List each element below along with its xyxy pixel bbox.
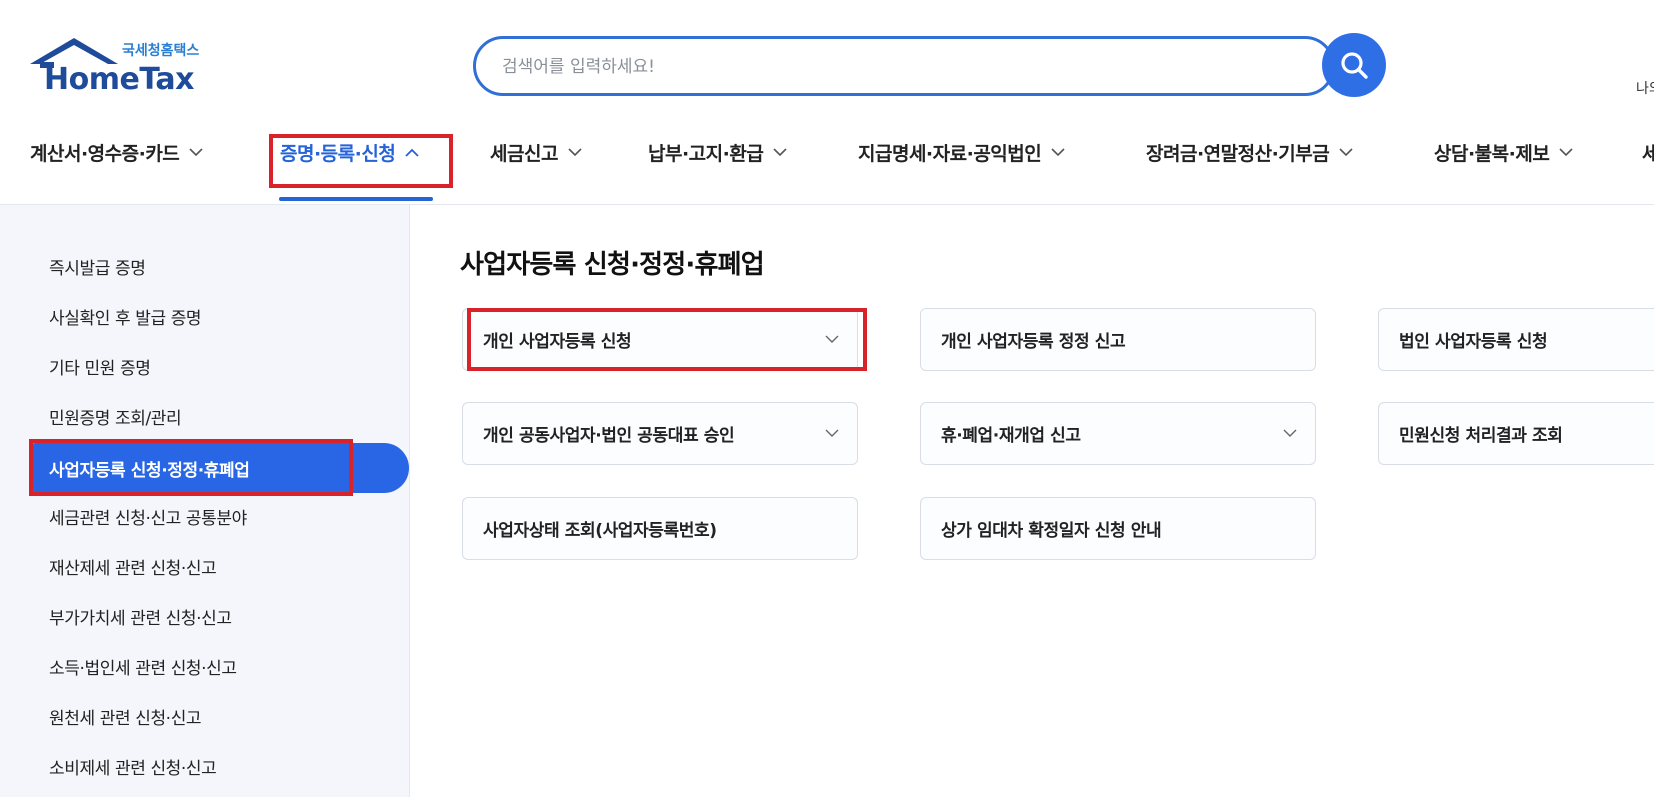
card-label: 휴·폐업·재개업 신고: [941, 426, 1081, 446]
card-joint-approval[interactable]: 개인 공동사업자·법인 공동대표 승인: [462, 402, 858, 465]
sidebar-item-withholding-tax[interactable]: 원천세 관련 신청·신고: [49, 696, 202, 736]
chevron-down-icon: [825, 429, 839, 437]
sidebar-item-income-tax[interactable]: 소득·법인세 관련 신청·신고: [49, 646, 237, 686]
nav-item-payment[interactable]: 납부·고지·환급: [648, 132, 787, 172]
nav-item-incentives[interactable]: 장려금·연말정산·기부금: [1146, 132, 1353, 172]
search-button[interactable]: [1322, 33, 1386, 97]
nav-item-label: 세: [1642, 142, 1654, 165]
nav-item-consultation[interactable]: 상담·불복·제보: [1434, 132, 1573, 172]
nav-item-label: 세금신고: [490, 142, 558, 165]
nav-item-invoice[interactable]: 계산서·영수증·카드: [30, 132, 203, 172]
search-input[interactable]: [500, 39, 1284, 95]
card-label: 법인 사업자등록 신청: [1399, 332, 1548, 352]
sidebar-item-label: 사업자등록 신청·정정·휴폐업: [49, 460, 250, 481]
chevron-down-icon: [1559, 147, 1573, 156]
nav-item-label: 장려금·연말정산·기부금: [1146, 142, 1330, 165]
search-icon: [1341, 52, 1368, 79]
chevron-down-icon: [1051, 147, 1065, 156]
card-label: 개인 사업자등록 정정 신고: [941, 332, 1126, 352]
card-application-result[interactable]: 민원신청 처리결과 조회: [1378, 402, 1654, 465]
sidebar-item-verified-certificate[interactable]: 사실확인 후 발급 증명: [49, 296, 202, 336]
site-header: 국세청홈택스 HomeTax 나의 계산서·영수증·카드 증명·등록·신청 세금…: [0, 0, 1654, 205]
card-individual-correction[interactable]: 개인 사업자등록 정정 신고: [920, 308, 1316, 371]
nav-item-tax-filing[interactable]: 세금신고: [490, 132, 582, 172]
chevron-down-icon: [825, 335, 839, 343]
main-nav: 계산서·영수증·카드 증명·등록·신청 세금신고 납부·고지·환급 지급명세·자…: [0, 132, 1654, 182]
sidebar-item-other-certificate[interactable]: 기타 민원 증명: [49, 346, 151, 386]
card-lease-date-guide[interactable]: 상가 임대차 확정일자 신청 안내: [920, 497, 1316, 560]
card-label: 개인 공동사업자·법인 공동대표 승인: [483, 426, 735, 446]
card-corporate-registration[interactable]: 법인 사업자등록 신청: [1378, 308, 1654, 371]
search-box: [473, 36, 1335, 96]
nav-item-label: 계산서·영수증·카드: [30, 142, 180, 165]
card-label: 민원신청 처리결과 조회: [1399, 426, 1563, 446]
sidebar-item-property-tax[interactable]: 재산제세 관련 신청·신고: [49, 546, 217, 586]
chevron-down-icon: [568, 147, 582, 156]
chevron-down-icon: [189, 147, 203, 156]
nav-item-label: 납부·고지·환급: [648, 142, 764, 165]
nav-item-label: 상담·불복·제보: [1434, 142, 1550, 165]
nav-item-label: 증명·등록·신청: [280, 142, 396, 165]
nav-item-statements[interactable]: 지급명세·자료·공익법인: [858, 132, 1065, 172]
sidebar-item-certificate-inquiry[interactable]: 민원증명 조회/관리: [49, 396, 182, 436]
chevron-down-icon: [1283, 429, 1297, 437]
nav-item-label: 지급명세·자료·공익법인: [858, 142, 1042, 165]
sidebar-item-vat[interactable]: 부가가치세 관련 신청·신고: [49, 596, 232, 636]
sidebar-item-instant-certificate[interactable]: 즉시발급 증명: [49, 246, 146, 286]
logo-brand: HomeTax: [44, 62, 195, 97]
card-label: 상가 임대차 확정일자 신청 안내: [941, 521, 1162, 541]
chevron-down-icon: [773, 147, 787, 156]
hometax-logo[interactable]: 국세청홈택스 HomeTax: [30, 36, 220, 100]
sidebar-item-consumption-tax[interactable]: 소비제세 관련 신청·신고: [49, 746, 217, 786]
sidebar-item-common-tax[interactable]: 세금관련 신청·신고 공통분야: [49, 496, 247, 536]
nav-item-certificate[interactable]: 증명·등록·신청: [280, 132, 419, 172]
chevron-down-icon: [1339, 147, 1353, 156]
nav-item-more[interactable]: 세: [1642, 132, 1654, 172]
card-label: 사업자상태 조회(사업자등록번호): [483, 521, 717, 541]
card-label: 개인 사업자등록 신청: [483, 332, 632, 352]
my-menu-link[interactable]: 나의: [1636, 78, 1654, 98]
logo-subtitle: 국세청홈택스: [122, 43, 200, 59]
chevron-up-icon: [405, 148, 419, 157]
card-closure-report[interactable]: 휴·폐업·재개업 신고: [920, 402, 1316, 465]
nav-active-underline: [279, 197, 433, 201]
card-business-status[interactable]: 사업자상태 조회(사업자등록번호): [462, 497, 858, 560]
page-title: 사업자등록 신청·정정·휴폐업: [460, 250, 765, 280]
card-individual-registration[interactable]: 개인 사업자등록 신청: [462, 308, 858, 371]
